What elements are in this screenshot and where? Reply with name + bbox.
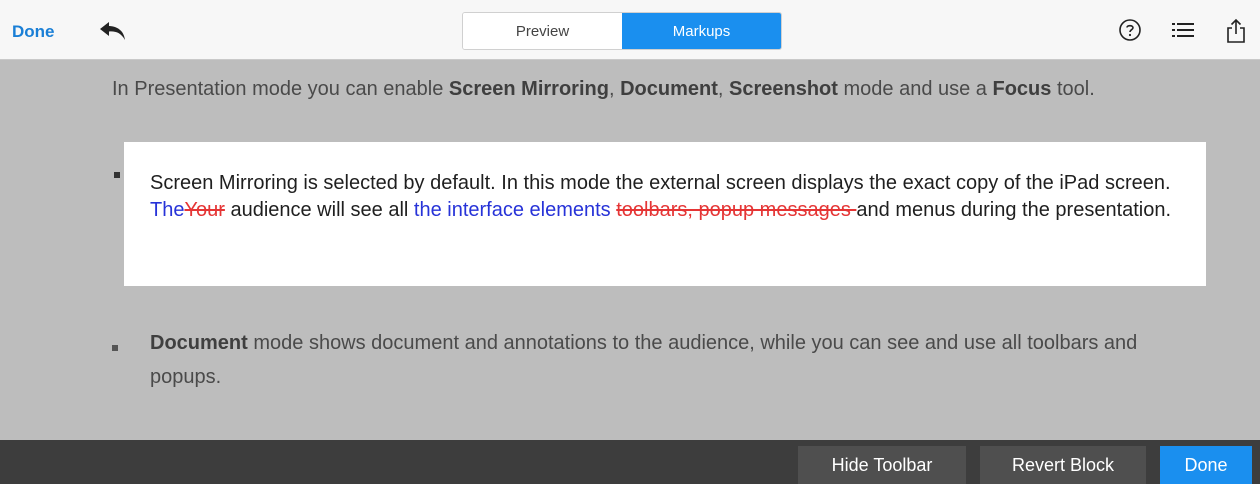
tab-markups[interactable]: Markups xyxy=(622,13,781,49)
intro-bold-focus: Focus xyxy=(992,78,1052,100)
tab-preview[interactable]: Preview xyxy=(463,13,622,49)
document-bullet-paragraph: Document mode shows document and annotat… xyxy=(150,326,1210,394)
inserted-text: the interface elements xyxy=(413,199,611,221)
list-icon[interactable] xyxy=(1170,18,1196,42)
help-icon[interactable] xyxy=(1118,18,1142,42)
done-button[interactable]: Done xyxy=(12,22,55,42)
intro-bold-document: Document xyxy=(620,78,718,100)
hide-toolbar-button[interactable]: Hide Toolbar xyxy=(798,446,966,484)
block-text-run: audience will see all xyxy=(224,199,414,221)
intro-text: , xyxy=(717,78,729,100)
bottom-toolbar: Hide Toolbar Revert Block Done xyxy=(0,440,1260,484)
intro-bold-screenshot: Screenshot xyxy=(729,78,838,100)
inserted-text: The xyxy=(150,199,185,221)
intro-bold-screen-mirroring: Screen Mirroring xyxy=(448,78,609,100)
view-mode-switch: Preview Markups xyxy=(462,12,782,50)
share-icon[interactable] xyxy=(1224,18,1248,44)
bullet-bold-document: Document xyxy=(150,332,248,354)
top-toolbar: Done Preview Markups xyxy=(0,0,1260,60)
focused-block-text[interactable]: Screen Mirroring is selected by default.… xyxy=(150,170,1190,224)
intro-text: In Presentation mode you can enable xyxy=(112,78,449,100)
block-text-run: and menus during the presentation. xyxy=(856,199,1172,221)
done-button[interactable]: Done xyxy=(1160,446,1252,484)
bullet-marker xyxy=(114,172,120,178)
bullet-text: mode shows document and annotations to t… xyxy=(150,332,1138,388)
intro-paragraph: In Presentation mode you can enable Scre… xyxy=(112,72,1222,106)
undo-icon[interactable] xyxy=(98,20,128,42)
revert-block-button[interactable]: Revert Block xyxy=(980,446,1146,484)
block-text-run: Screen Mirroring is selected by default.… xyxy=(150,172,1171,194)
deleted-text: Your xyxy=(184,199,225,221)
intro-text: mode and use a xyxy=(837,78,993,100)
document-page: In Presentation mode you can enable Scre… xyxy=(0,60,1260,440)
intro-text: , xyxy=(608,78,621,100)
deleted-text: toolbars, popup messages xyxy=(616,199,857,221)
intro-text: tool. xyxy=(1051,78,1095,100)
bullet-marker xyxy=(112,345,118,351)
